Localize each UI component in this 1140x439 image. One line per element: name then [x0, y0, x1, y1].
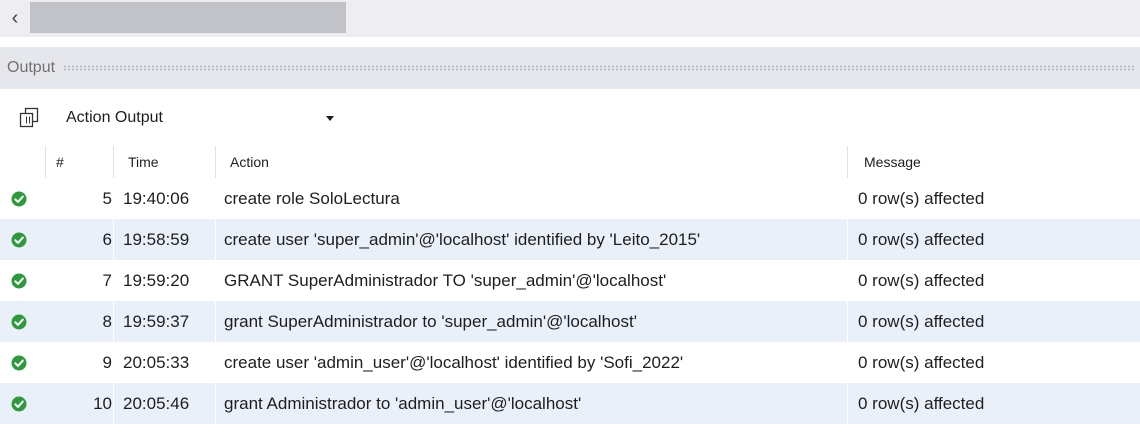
output-toolbar: Action Output	[0, 99, 1140, 139]
row-message: 0 row(s) affected	[858, 353, 985, 372]
table-row[interactable]: 8 19:59:37 grant SuperAdministrador to 'su…	[0, 301, 1140, 342]
column-header-action[interactable]: Action	[215, 146, 847, 178]
column-divider	[847, 178, 848, 219]
column-divider	[113, 383, 114, 424]
row-message: 0 row(s) affected	[858, 271, 985, 290]
row-message: 0 row(s) affected	[858, 230, 985, 249]
row-message: 0 row(s) affected	[858, 312, 985, 331]
row-time: 19:40:06	[123, 189, 190, 208]
column-divider	[215, 342, 216, 383]
row-action: create role SoloLectura	[224, 189, 400, 208]
column-divider	[113, 178, 114, 219]
row-time: 20:05:46	[123, 394, 190, 413]
row-action: create user 'admin_user'@'localhost' ide…	[224, 353, 684, 372]
row-time: 19:59:37	[123, 312, 190, 331]
output-type-value: Action Output	[66, 109, 163, 126]
column-divider	[113, 219, 114, 260]
success-check-icon	[11, 232, 27, 248]
horizontal-scrollbar[interactable]: ‹	[0, 0, 1140, 37]
success-check-icon	[11, 314, 27, 330]
column-divider	[215, 383, 216, 424]
row-time: 19:58:59	[123, 230, 190, 249]
column-divider	[847, 342, 848, 383]
scrollbar-thumb[interactable]	[30, 2, 346, 33]
action-output-grid: # Time Action Message 5 19:40:06 create ro…	[0, 146, 1140, 424]
column-divider	[113, 301, 114, 342]
column-header-time[interactable]: Time	[113, 146, 215, 178]
row-number: 8	[102, 312, 112, 331]
row-action: GRANT SuperAdministrador TO 'super_admin…	[224, 271, 667, 290]
panel-drag-grip[interactable]	[63, 65, 1136, 71]
table-row[interactable]: 9 20:05:33 create user 'admin_user'@'local…	[0, 342, 1140, 383]
row-time: 19:59:20	[123, 271, 190, 290]
column-divider	[847, 219, 848, 260]
table-row[interactable]: 10 20:05:46 grant Administrador to 'admin_…	[0, 383, 1140, 424]
row-number: 10	[93, 394, 112, 413]
output-panel-title: Output	[7, 59, 56, 76]
row-action: create user 'super_admin'@'localhost' id…	[224, 230, 701, 249]
row-message: 0 row(s) affected	[858, 394, 985, 413]
grid-header: # Time Action Message	[0, 146, 1140, 178]
column-divider	[215, 219, 216, 260]
output-panel-header: Output	[0, 47, 1140, 89]
column-divider	[113, 260, 114, 301]
column-divider	[847, 301, 848, 342]
success-check-icon	[11, 355, 27, 371]
row-message: 0 row(s) affected	[858, 189, 985, 208]
column-header-message[interactable]: Message	[847, 146, 1140, 178]
column-divider	[215, 301, 216, 342]
row-action: grant Administrador to 'admin_user'@'loc…	[224, 394, 582, 413]
row-time: 20:05:33	[123, 353, 190, 372]
output-type-dropdown[interactable]: Action Output	[58, 103, 354, 133]
table-row[interactable]: 6 19:58:59 create user 'super_admin'@'loca…	[0, 219, 1140, 260]
column-divider	[215, 178, 216, 219]
column-divider	[215, 260, 216, 301]
row-number: 6	[102, 230, 112, 249]
table-row[interactable]: 5 19:40:06 create role SoloLectura 0 row(s)…	[0, 178, 1140, 219]
column-divider	[847, 383, 848, 424]
row-number: 9	[102, 353, 112, 372]
grid-rows: 5 19:40:06 create role SoloLectura 0 row(s)…	[0, 178, 1140, 424]
row-number: 5	[102, 189, 112, 208]
row-action: grant SuperAdministrador to 'super_admin…	[224, 312, 637, 331]
column-header-number[interactable]: #	[45, 146, 113, 178]
row-number: 7	[102, 271, 112, 290]
table-row[interactable]: 7 19:59:20 GRANT SuperAdministrador TO 'su…	[0, 260, 1140, 301]
copy-icon[interactable]	[18, 107, 40, 129]
column-divider	[113, 342, 114, 383]
success-check-icon	[11, 273, 27, 289]
success-check-icon	[11, 191, 27, 207]
chevron-down-icon	[326, 115, 334, 121]
success-check-icon	[11, 396, 27, 412]
column-divider	[847, 260, 848, 301]
scroll-left-arrow-icon[interactable]: ‹	[0, 0, 30, 37]
